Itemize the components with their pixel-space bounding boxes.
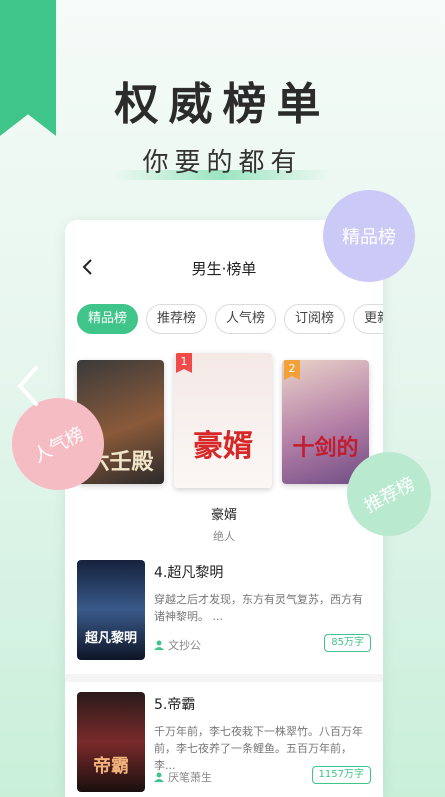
book-cover-right[interactable]: 2 十剑的 — [282, 360, 369, 484]
list-item[interactable]: 帝霸 5.帝霸 千万年前，李七夜栽下一株翠竹。八百万年前，李七夜养了一条鲤鱼。五… — [77, 692, 371, 794]
top-three-podium: 六壬殿 1 豪婿 2 十剑的 — [65, 353, 383, 488]
featured-book-author: 绝人 — [213, 530, 235, 543]
book-cover: 帝霸 — [77, 692, 145, 792]
book-author-name: 厌笔萧生 — [168, 771, 212, 784]
tab-jingpin[interactable]: 精品榜 — [77, 304, 139, 334]
divider — [65, 674, 383, 682]
chevron-left-icon[interactable] — [14, 364, 42, 408]
featured-book-title[interactable]: 豪婿 — [65, 504, 383, 523]
cover-title-text: 超凡黎明 — [84, 631, 137, 646]
book-title: 4.超凡黎明 — [154, 565, 224, 581]
hero-title: 权威榜单 — [114, 79, 331, 130]
bubble-jingpin: 精品榜 — [323, 190, 415, 282]
book-cover-center[interactable]: 1 豪婿 — [174, 353, 272, 488]
word-count-badge: 1157万字 — [311, 766, 371, 784]
tab-tuijian[interactable]: 推荐榜 — [146, 304, 208, 334]
person-icon — [154, 640, 164, 650]
book-cover: 超凡黎明 — [77, 560, 145, 660]
book-author: 文抄公 — [154, 637, 201, 653]
tab-dingyue[interactable]: 订阅榜 — [284, 304, 346, 334]
book-title: 5.帝霸 — [154, 697, 196, 713]
rank-badge-2: 2 — [284, 360, 300, 380]
book-author: 厌笔萧生 — [154, 769, 212, 785]
cover-title-text: 豪婿 — [193, 429, 253, 464]
word-count-badge: 85万字 — [324, 634, 371, 652]
cover-title-text: 十剑的 — [292, 436, 359, 461]
list-item[interactable]: 超凡黎明 4.超凡黎明 穿越之后才发现，东方有灵气复苏，西方有诸神黎明。 ...… — [77, 560, 371, 662]
phone-screen-card: 男生·榜单 精品榜 推荐榜 人气榜 订阅榜 更新榜 六壬殿 1 豪婿 2 十剑的… — [65, 220, 383, 797]
book-author-name: 文抄公 — [168, 639, 201, 652]
person-icon — [154, 772, 164, 782]
hero-subtitle: 你要的都有 — [142, 148, 303, 178]
cover-title-text: 帝霸 — [93, 756, 129, 777]
ranking-tabs: 精品榜 推荐榜 人气榜 订阅榜 更新榜 — [77, 304, 383, 334]
book-description: 穿越之后才发现，东方有灵气复苏，西方有诸神黎明。 ... — [154, 593, 363, 623]
tab-gengxin[interactable]: 更新榜 — [353, 304, 383, 334]
rank-badge-1: 1 — [176, 353, 192, 373]
tab-renqi[interactable]: 人气榜 — [215, 304, 277, 334]
